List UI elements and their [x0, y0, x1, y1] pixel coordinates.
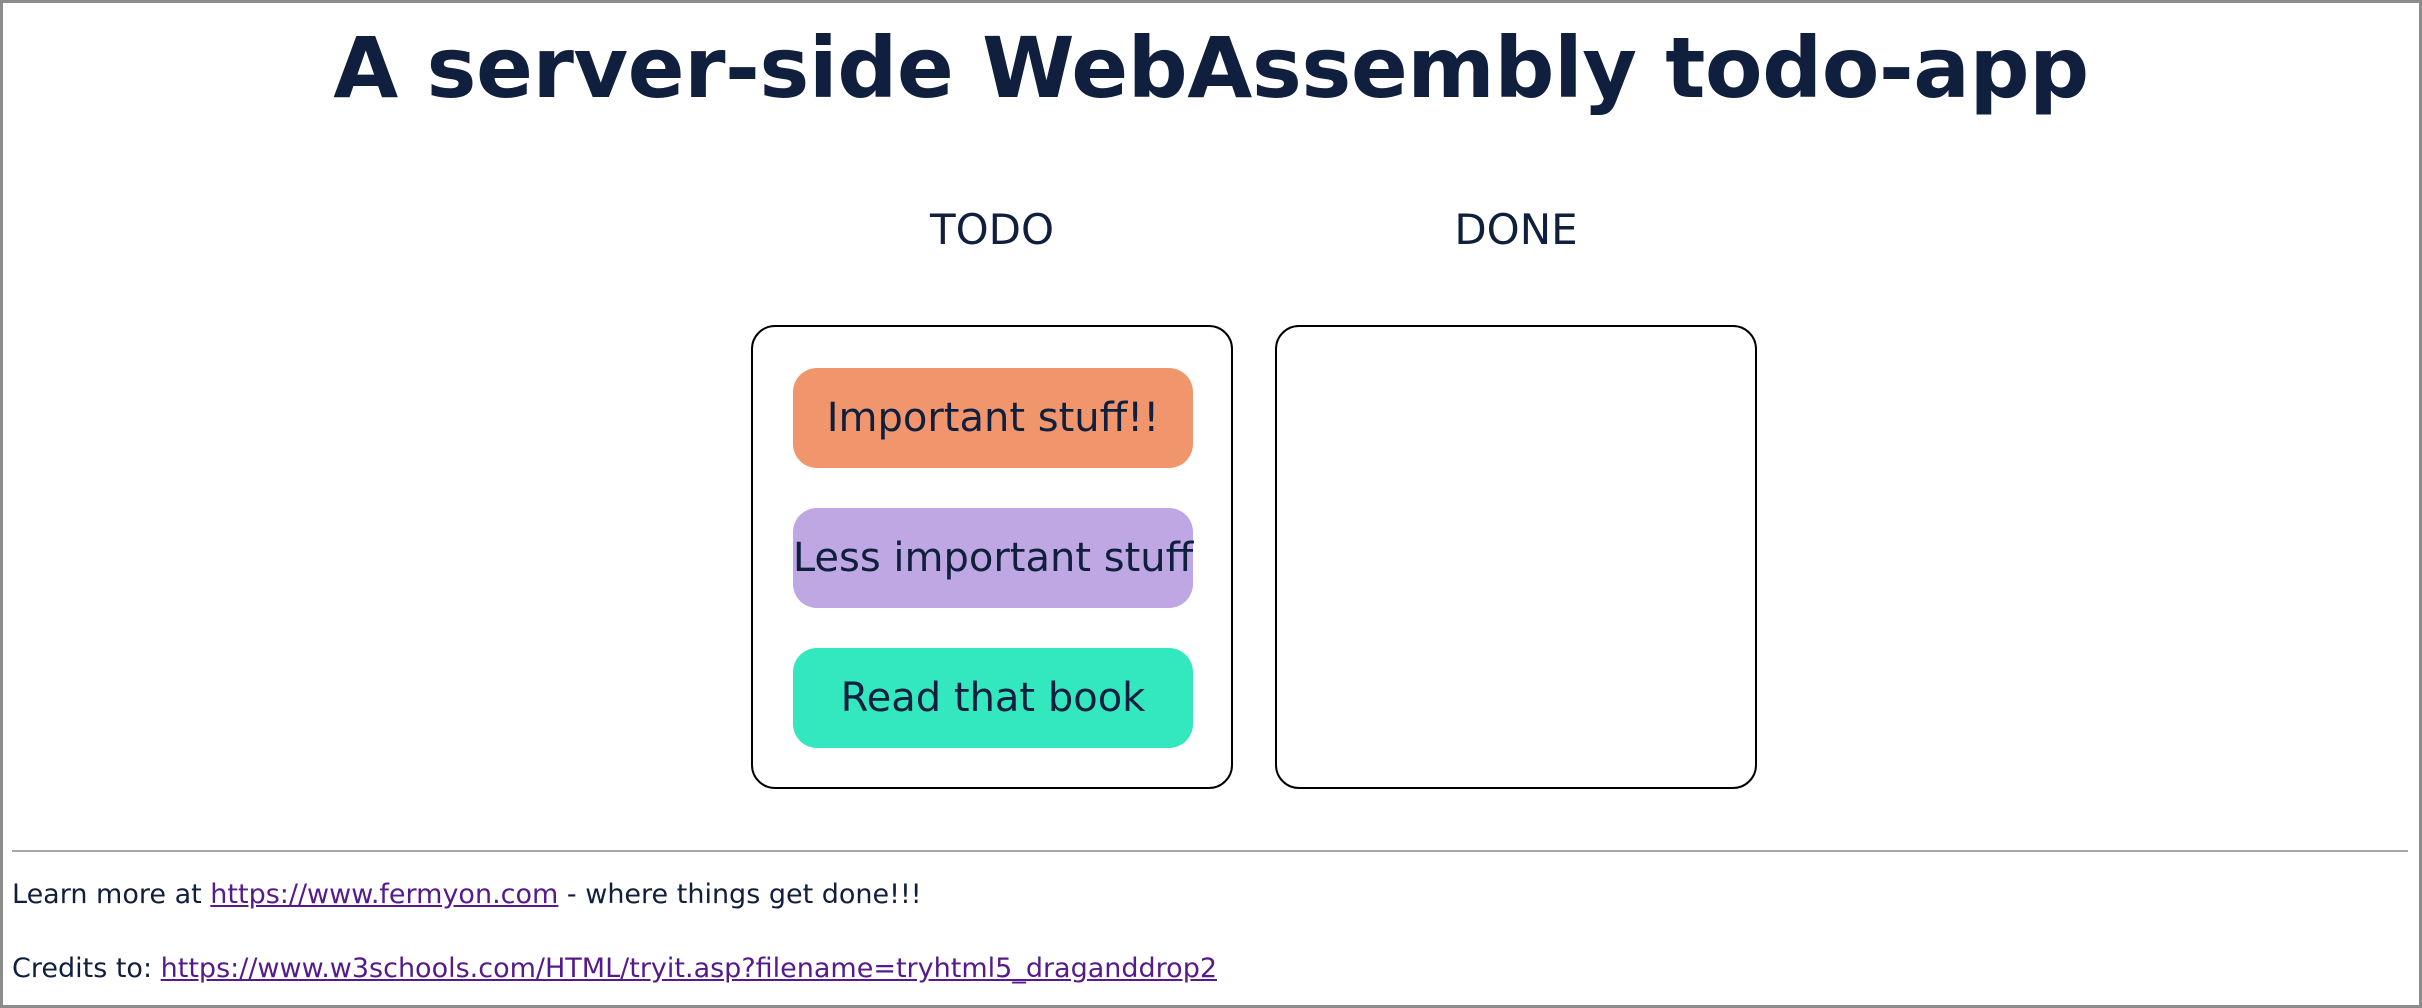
learn-more-prefix: Learn more at: [12, 879, 211, 910]
task-card-read-that-book[interactable]: Read that book: [793, 648, 1193, 748]
todo-drop-zone[interactable]: Important stuff!! Less important stuff R…: [751, 325, 1233, 789]
footer-divider: [12, 850, 2408, 852]
task-card-less-important-stuff[interactable]: Less important stuff: [793, 508, 1193, 608]
done-drop-zone[interactable]: [1275, 325, 1757, 789]
done-column-heading: DONE: [1454, 205, 1578, 254]
credits-prefix: Credits to:: [12, 953, 161, 984]
learn-more-line: Learn more at https://www.fermyon.com - …: [12, 877, 922, 913]
page-title: A server-side WebAssembly todo-app: [333, 19, 2089, 117]
fermyon-link[interactable]: https://www.fermyon.com: [210, 879, 558, 910]
task-card-important-stuff[interactable]: Important stuff!!: [793, 368, 1193, 468]
todo-column-heading: TODO: [929, 205, 1055, 254]
w3schools-credits-link[interactable]: https://www.w3schools.com/HTML/tryit.asp…: [161, 953, 1217, 984]
learn-more-suffix: - where things get done!!!: [558, 879, 922, 910]
credits-line: Credits to: https://www.w3schools.com/HT…: [12, 951, 1217, 987]
